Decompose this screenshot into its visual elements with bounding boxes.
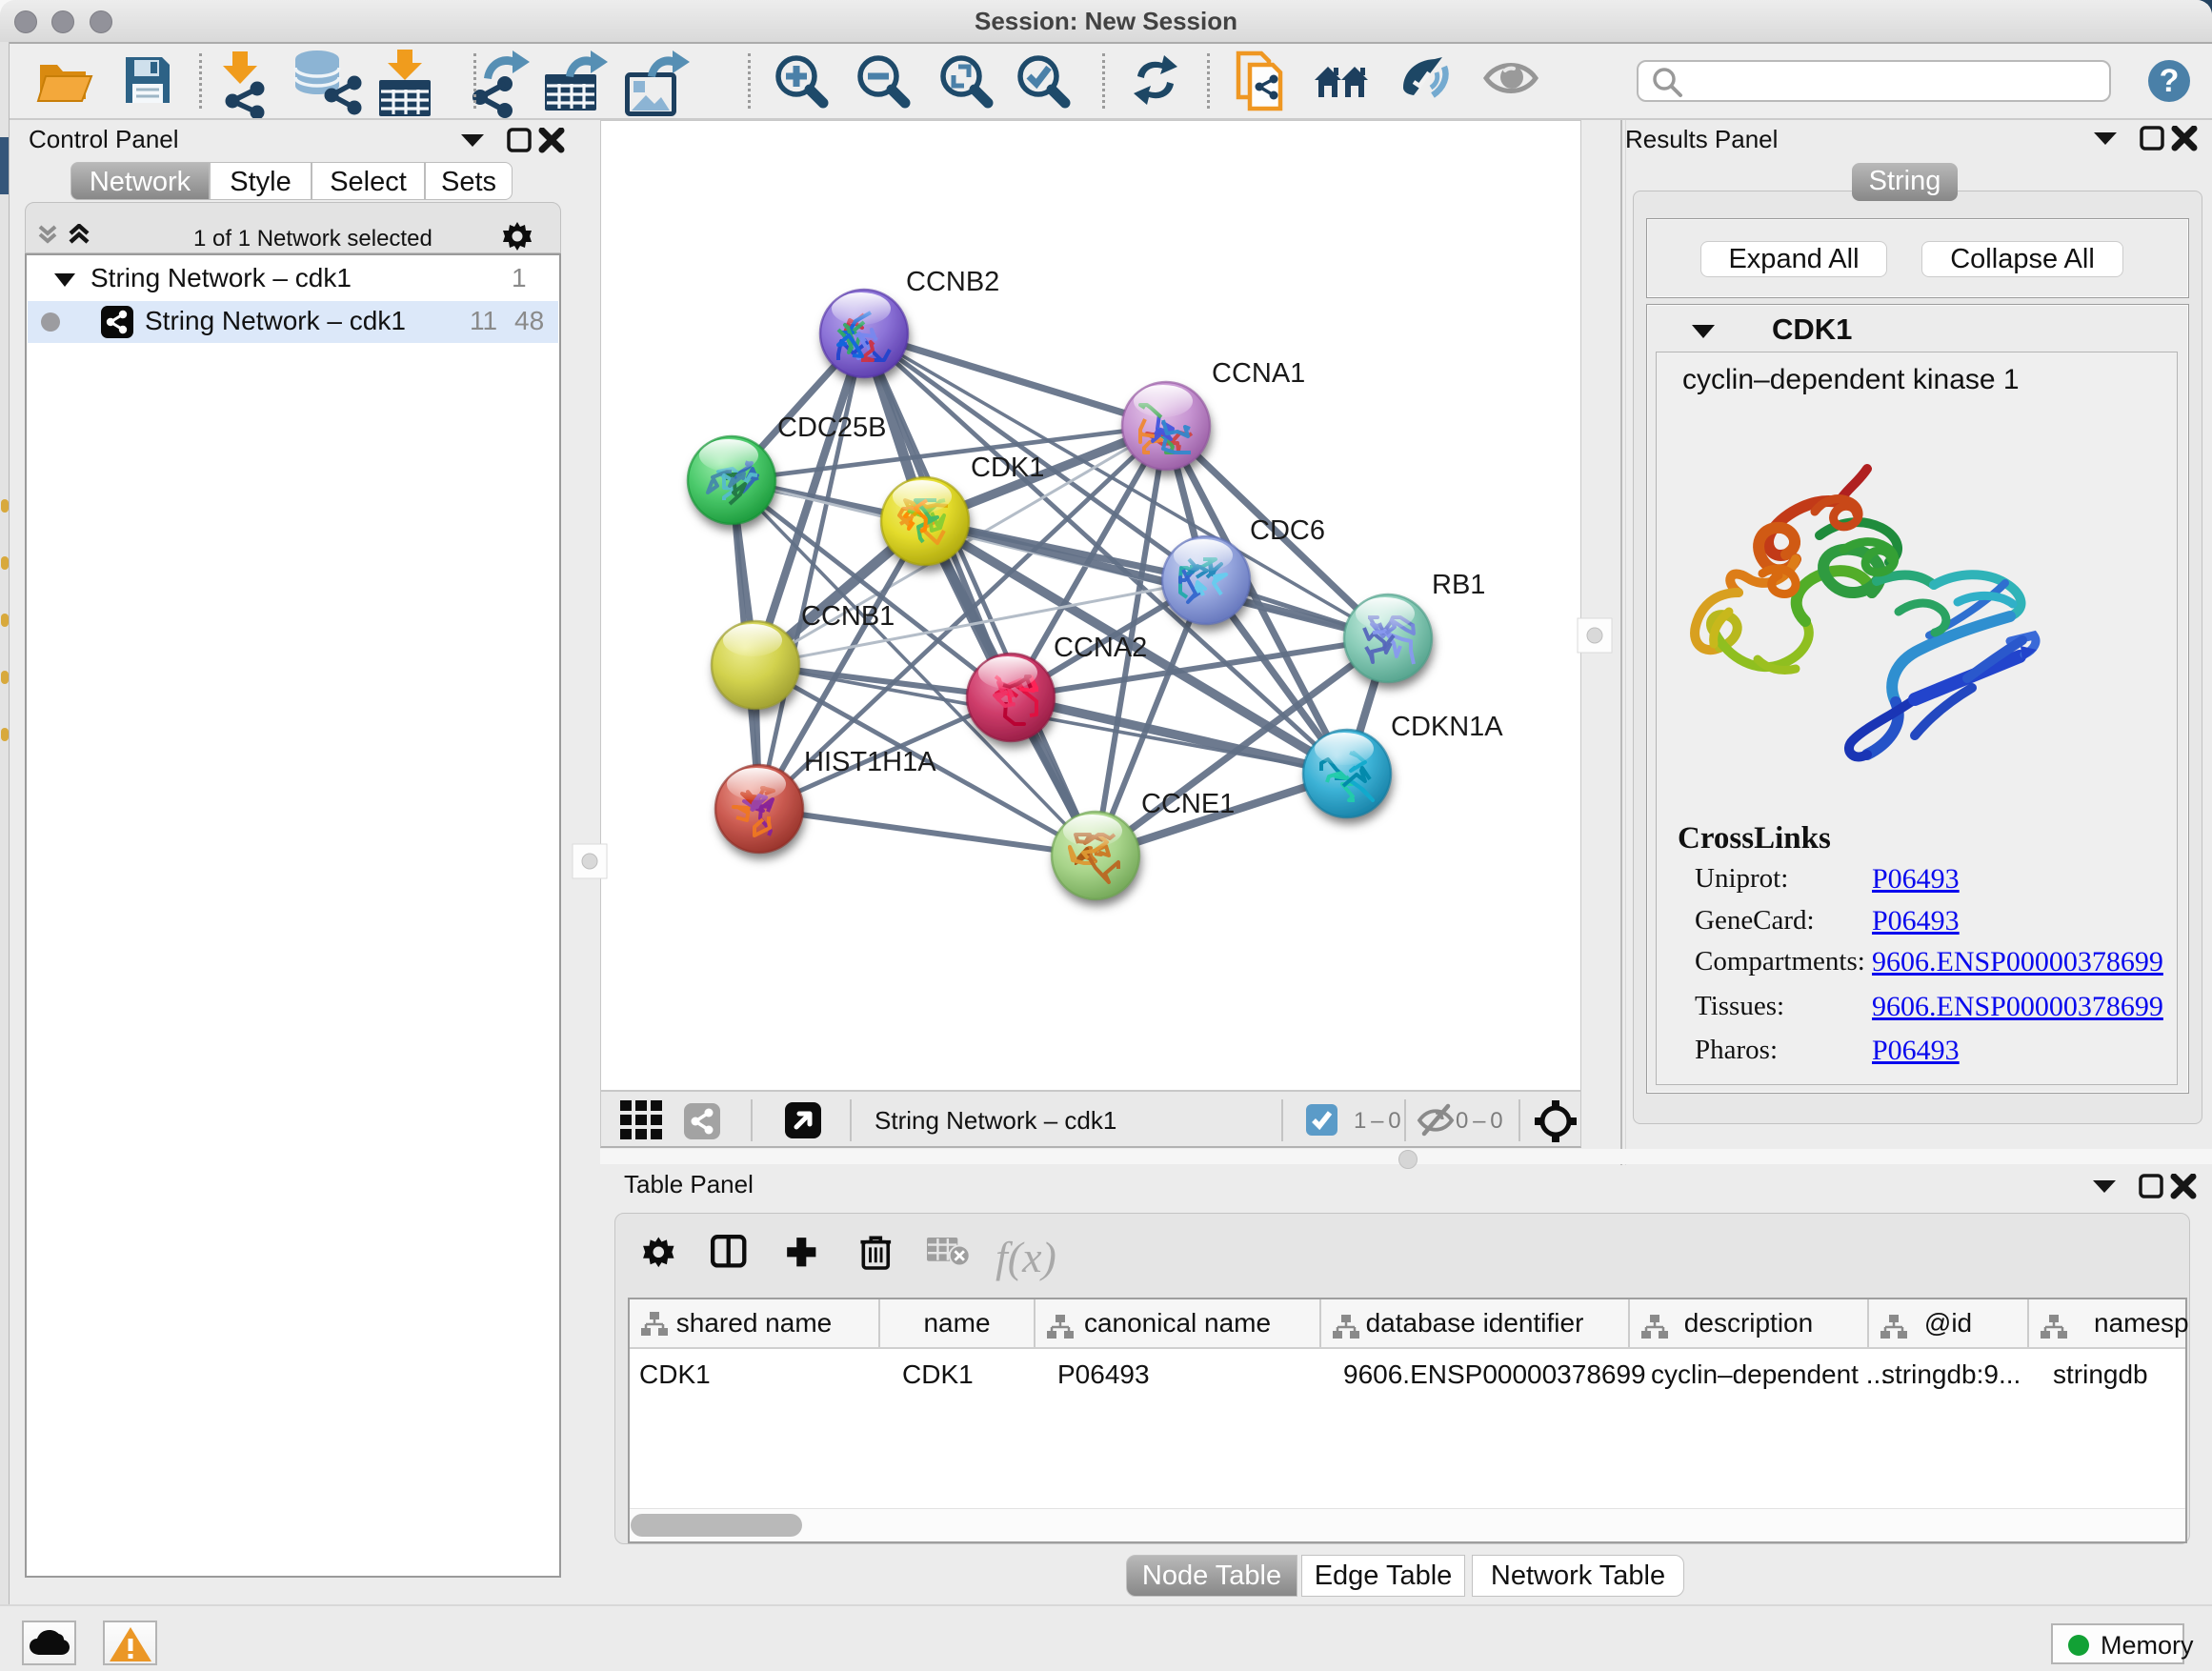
svg-text:HIST1H1A: HIST1H1A (804, 747, 936, 777)
svg-text:CDKN1A: CDKN1A (1391, 712, 1503, 742)
svg-text:CCNB1: CCNB1 (801, 601, 895, 632)
svg-text:CCNE1: CCNE1 (1141, 789, 1235, 819)
svg-text:CDK1: CDK1 (971, 453, 1044, 483)
svg-text:CCNA2: CCNA2 (1054, 633, 1147, 663)
svg-text:CDC6: CDC6 (1250, 515, 1325, 546)
svg-text:CCNB2: CCNB2 (906, 267, 999, 297)
svg-text:CCNA1: CCNA1 (1212, 358, 1305, 389)
svg-text:f(x): f(x) (995, 1233, 1056, 1281)
svg-text:RB1: RB1 (1432, 570, 1485, 600)
svg-text:CDC25B: CDC25B (777, 413, 886, 443)
